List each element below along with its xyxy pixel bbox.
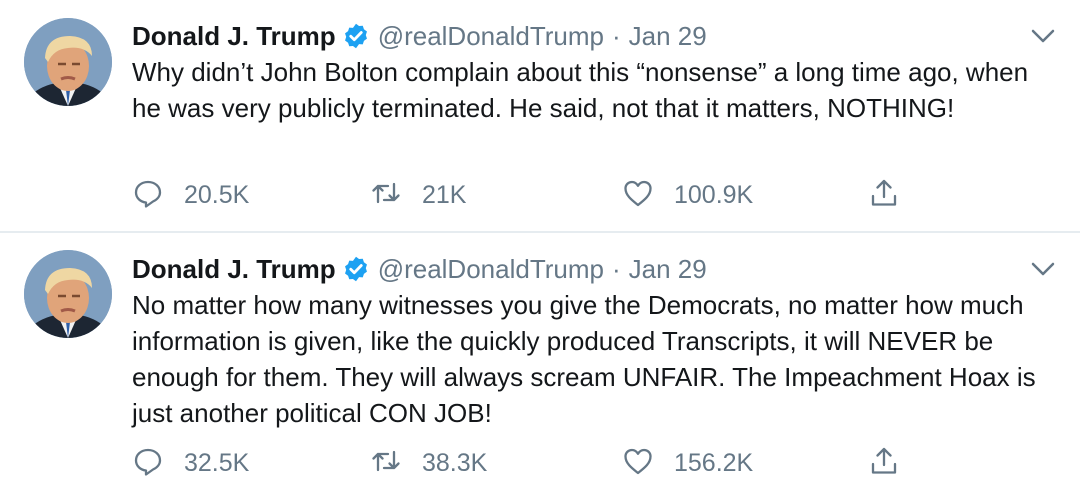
- author-handle[interactable]: @realDonaldTrump: [378, 254, 604, 285]
- tweet-feed: Donald J. Trump @realDonaldTrump · Jan 2…: [0, 0, 1080, 489]
- tweet-actions: 20.5K 21K 100.9K: [132, 177, 932, 213]
- tweet-text: No matter how many witnesses you give th…: [132, 290, 1036, 428]
- reply-button[interactable]: 32.5K: [132, 445, 249, 481]
- avatar[interactable]: [24, 250, 112, 338]
- avatar[interactable]: [24, 18, 112, 106]
- retweet-icon: [370, 445, 402, 482]
- verified-badge-icon: [342, 255, 370, 283]
- verified-badge-icon: [342, 22, 370, 50]
- reply-count: 32.5K: [184, 448, 250, 477]
- reply-count: 20.5K: [184, 180, 250, 209]
- chevron-down-icon[interactable]: [1030, 26, 1056, 46]
- tweet-text: Why didn’t John Bolton complain about th…: [132, 57, 1029, 123]
- author-handle[interactable]: @realDonaldTrump: [378, 21, 604, 52]
- tweet-date[interactable]: Jan 29: [629, 254, 707, 285]
- chevron-down-icon[interactable]: [1030, 259, 1056, 279]
- tweet-header: Donald J. Trump @realDonaldTrump · Jan 2…: [132, 251, 707, 287]
- header-separator: ·: [611, 20, 621, 51]
- like-icon: [622, 445, 654, 482]
- retweet-icon: [370, 177, 402, 214]
- reply-icon: [132, 445, 164, 482]
- author-name[interactable]: Donald J. Trump: [132, 254, 336, 285]
- share-button[interactable]: [868, 445, 900, 481]
- share-icon: [868, 445, 900, 482]
- header-separator: ·: [611, 253, 621, 284]
- share-icon: [868, 177, 900, 214]
- like-button[interactable]: 100.9K: [622, 177, 753, 213]
- reply-button[interactable]: 20.5K: [132, 177, 249, 213]
- like-count: 156.2K: [674, 448, 754, 477]
- share-button[interactable]: [868, 177, 900, 213]
- tweet-date[interactable]: Jan 29: [629, 21, 707, 52]
- retweet-count: 38.3K: [422, 448, 488, 477]
- reply-icon: [132, 177, 164, 214]
- tweet[interactable]: Donald J. Trump @realDonaldTrump · Jan 2…: [0, 0, 1080, 233]
- retweet-button[interactable]: 21K: [370, 177, 466, 213]
- retweet-count: 21K: [422, 180, 467, 209]
- author-name[interactable]: Donald J. Trump: [132, 21, 336, 52]
- retweet-button[interactable]: 38.3K: [370, 445, 487, 481]
- tweet-actions: 32.5K 38.3K 156.2K: [132, 445, 932, 481]
- like-button[interactable]: 156.2K: [622, 445, 753, 481]
- like-icon: [622, 177, 654, 214]
- tweet-header: Donald J. Trump @realDonaldTrump · Jan 2…: [132, 18, 707, 54]
- like-count: 100.9K: [674, 180, 754, 209]
- tweet[interactable]: Donald J. Trump @realDonaldTrump · Jan 2…: [0, 233, 1080, 489]
